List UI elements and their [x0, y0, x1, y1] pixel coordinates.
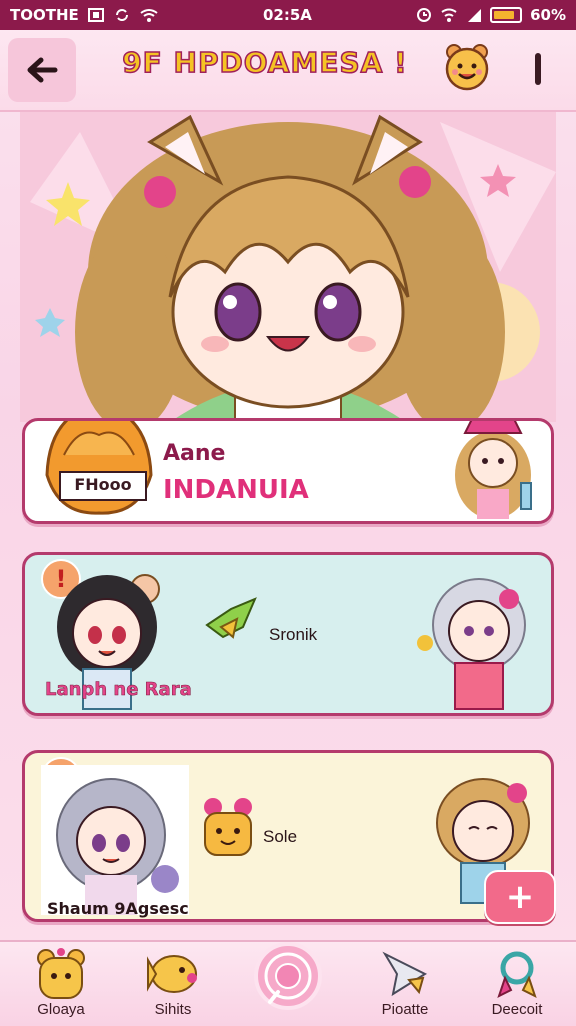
character-caption: Lanph ne Rara [45, 679, 192, 701]
item-label: Sole [263, 827, 298, 846]
wifi-icon [140, 9, 158, 22]
smiley-mascot-icon[interactable] [442, 42, 492, 92]
avatar-label: FHooo [59, 471, 147, 501]
battery-icon [490, 7, 523, 23]
nfc-icon [87, 8, 104, 22]
yellow-bear-icon [37, 948, 85, 999]
nav-label: Pioatte [381, 1001, 429, 1018]
yellow-mascot-icon [204, 798, 252, 856]
character-caption: Shaum 9Agsesc [47, 899, 189, 918]
green-leaf-icon [205, 597, 257, 639]
page-title: 9F HPDOAMESA ! [121, 45, 408, 80]
chibi-girl-with-hat [455, 421, 532, 519]
gray-hair-chibi [41, 765, 189, 915]
yellow-fish-icon [147, 955, 197, 993]
character-card[interactable]: ! Lanph ne Rara Sronik [22, 552, 554, 716]
paper-plane-icon [382, 951, 428, 997]
silver-hair-chibi [417, 578, 526, 710]
status-bar: TOOTHE 02:5A 60% [0, 0, 576, 30]
ribbon-icon [497, 951, 537, 998]
nav-item-sihits[interactable]: Sihits [118, 946, 228, 1024]
add-button[interactable]: + [484, 870, 556, 924]
nav-item-gloaya[interactable]: Gloaya [6, 946, 116, 1024]
menu-button[interactable] [526, 52, 550, 86]
hero-character-illustration [20, 112, 556, 422]
carrier-label: TOOTHE [10, 6, 79, 24]
nav-label: Deecoit [491, 1001, 543, 1018]
item-label: Sronik [269, 625, 318, 644]
bottom-nav: Gloaya Sihits Pioatte Deecoit [0, 940, 576, 1026]
nav-item-pioatte[interactable]: Pioatte [350, 946, 460, 1024]
orange-hair-avatar [45, 421, 153, 515]
app-header: 9F HPDOAMESA ! [0, 30, 576, 112]
sync-icon [115, 9, 128, 21]
vertical-bar-icon [535, 53, 541, 85]
back-button[interactable] [8, 38, 76, 102]
pink-circle-target-icon [264, 952, 312, 1004]
nav-item-center[interactable] [254, 942, 322, 1010]
arrow-left-icon [27, 57, 58, 83]
character-card[interactable]: ! Shaum 9Agsesc Sole [22, 750, 554, 922]
nav-item-deecoit[interactable]: Deecoit [462, 946, 572, 1024]
profile-subtitle: INDANUIA [163, 475, 309, 505]
battery-level: 60% [530, 6, 566, 24]
nav-label: Sihits [154, 1001, 192, 1018]
profile-card[interactable]: FHooo Aane INDANUIA [22, 418, 554, 524]
nav-label: Gloaya [37, 1001, 85, 1018]
alarm-icon [417, 8, 432, 22]
cell-signal-icon [468, 9, 482, 22]
clock: 02:5A [262, 6, 312, 24]
wifi-signal-icon [441, 8, 457, 22]
profile-name: Aane [163, 441, 226, 466]
